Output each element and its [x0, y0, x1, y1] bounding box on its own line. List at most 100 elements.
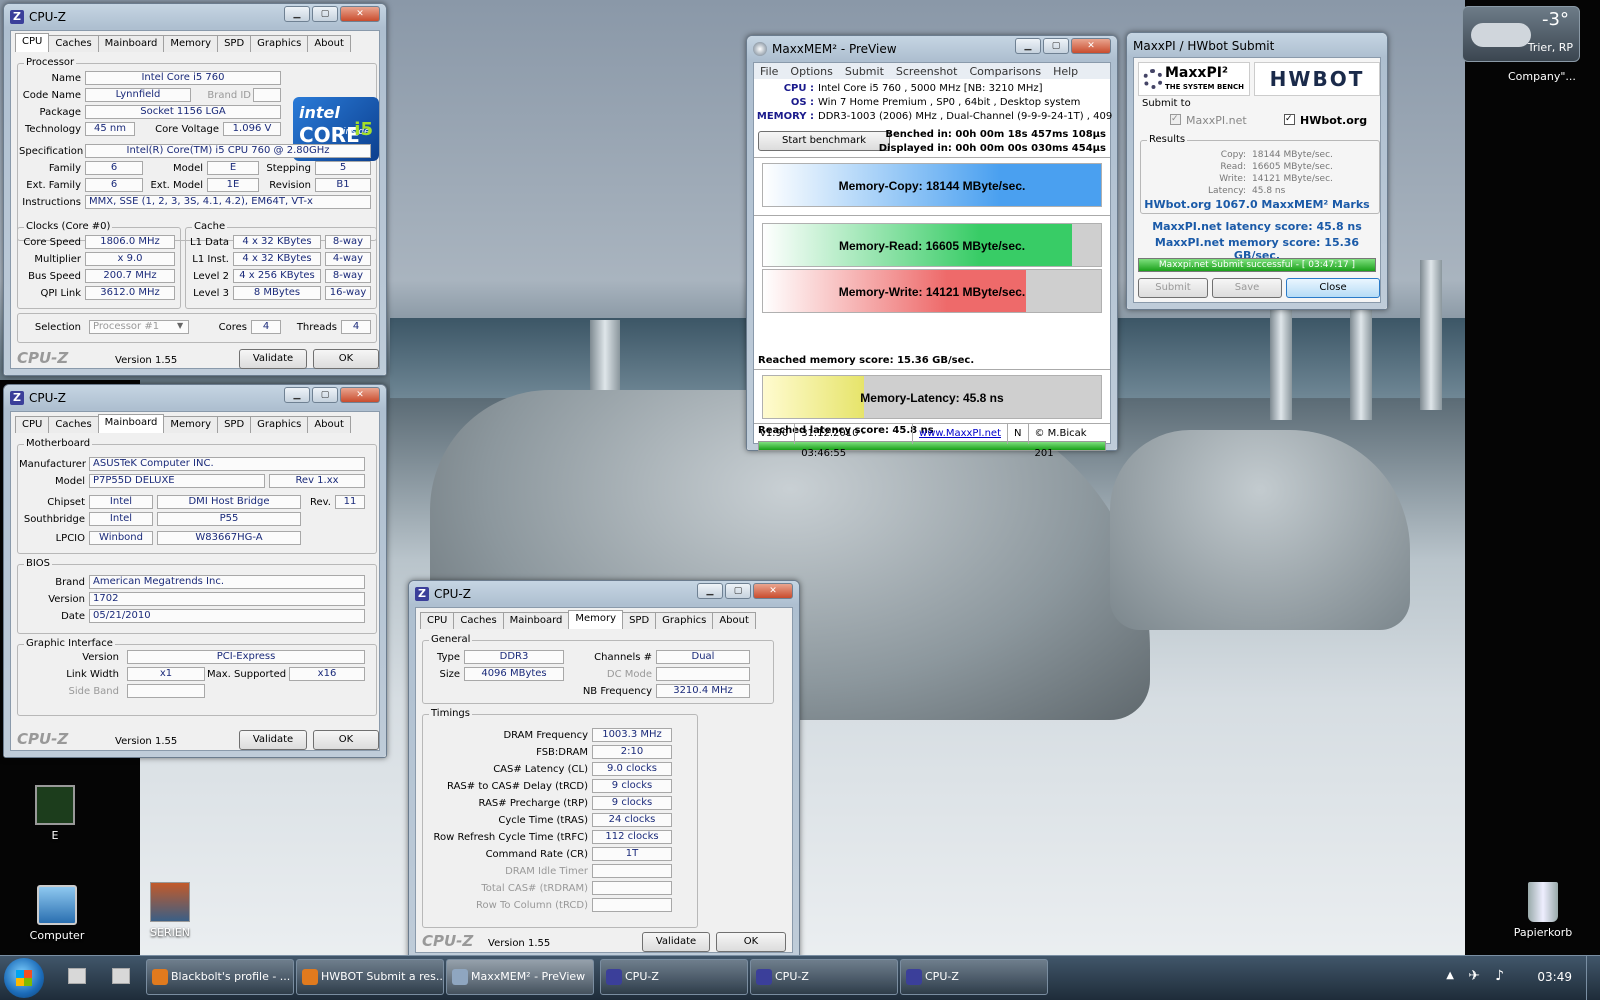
- menu-screenshot[interactable]: Screenshot: [896, 65, 958, 78]
- validate-button[interactable]: Validate: [239, 730, 307, 750]
- maxxpi-checkbox[interactable]: ✓: [1170, 114, 1181, 125]
- l2-way: 8-way: [325, 269, 371, 283]
- version-label: Version 1.55: [488, 938, 551, 949]
- tab-mainboard[interactable]: Mainboard: [502, 612, 570, 629]
- chipset-rev-value: 11: [335, 495, 365, 509]
- gi-version-value: PCI-Express: [127, 650, 365, 664]
- show-hidden-icons-icon[interactable]: ▲: [1446, 970, 1454, 981]
- technology-value: 45 nm: [85, 122, 135, 136]
- desktop-icon-e[interactable]: E: [15, 785, 95, 842]
- model-value: E: [207, 161, 259, 175]
- tab-caches[interactable]: Caches: [48, 35, 99, 52]
- tab-cpu[interactable]: CPU: [15, 416, 50, 433]
- gi-side-band-value: [127, 684, 205, 698]
- menu-help[interactable]: Help: [1053, 65, 1078, 78]
- submit-button[interactable]: Submit: [1138, 278, 1208, 298]
- menu-file[interactable]: File: [760, 65, 778, 78]
- tab-spd[interactable]: SPD: [217, 35, 252, 52]
- taskbar-item[interactable]: CPU-Z: [900, 959, 1048, 995]
- tab-spd[interactable]: SPD: [217, 416, 252, 433]
- tab-mainboard[interactable]: Mainboard: [97, 35, 165, 52]
- desktop-icon-serien[interactable]: SERIEN: [130, 882, 210, 939]
- tab-bar: CPU Caches Mainboard Memory SPD Graphics…: [15, 33, 351, 52]
- menu-comparisons[interactable]: Comparisons: [969, 65, 1041, 78]
- tab-graphics[interactable]: Graphics: [250, 416, 309, 433]
- tab-caches[interactable]: Caches: [453, 612, 504, 629]
- close-button[interactable]: ✕: [753, 583, 793, 599]
- timing-label: FSB:DRAM: [536, 747, 588, 758]
- taskbar-item-label: CPU-Z: [925, 970, 959, 983]
- tab-mainboard[interactable]: Mainboard: [97, 414, 165, 433]
- codename-value: Lynnfield: [85, 88, 191, 102]
- window-title: CPU-Z: [29, 391, 66, 405]
- benchmark-bar-label: Memory-Write: 14121 MByte/sec.: [838, 285, 1026, 299]
- weather-gadget[interactable]: -3° Trier, RP: [1462, 6, 1580, 62]
- taskbar-item[interactable]: MaxxMEM² - PreView: [446, 959, 594, 995]
- window-title: CPU-Z: [434, 587, 471, 601]
- desktop-icon-recycle-bin[interactable]: Papierkorb: [1503, 882, 1583, 939]
- tab-cpu[interactable]: CPU: [15, 33, 50, 52]
- tab-cpu[interactable]: CPU: [420, 612, 455, 629]
- close-button[interactable]: ✕: [340, 387, 380, 403]
- close-button[interactable]: ✕: [1071, 38, 1111, 54]
- hwbot-checkbox[interactable]: ✓: [1284, 114, 1295, 125]
- show-desktop-button[interactable]: [1586, 956, 1600, 1000]
- processor-select[interactable]: Processor #1: [89, 320, 189, 334]
- displayed-time: Displayed in: 00h 00m 00s 030ms 454µs: [878, 143, 1106, 154]
- tab-graphics[interactable]: Graphics: [655, 612, 714, 629]
- tab-graphics[interactable]: Graphics: [250, 35, 309, 52]
- close-button[interactable]: ✕: [340, 6, 380, 22]
- minimize-button[interactable]: ▁: [697, 583, 723, 599]
- close-dialog-button[interactable]: Close: [1286, 278, 1380, 298]
- explorer-quicklaunch-icon[interactable]: [68, 968, 86, 984]
- desktop-icon-computer[interactable]: Computer: [17, 885, 97, 942]
- maximize-button[interactable]: ▢: [1043, 38, 1069, 54]
- ok-button[interactable]: OK: [313, 730, 379, 750]
- family-value: 6: [85, 161, 143, 175]
- maximize-button[interactable]: ▢: [725, 583, 751, 599]
- maximize-button[interactable]: ▢: [312, 387, 338, 403]
- taskbar-item[interactable]: Blackbolt's profile - ...: [146, 959, 294, 995]
- validate-button[interactable]: Validate: [642, 932, 710, 952]
- menu-submit[interactable]: Submit: [845, 65, 884, 78]
- start-benchmark-button[interactable]: Start benchmark: [758, 131, 890, 151]
- minimize-button[interactable]: ▁: [284, 387, 310, 403]
- menu-options[interactable]: Options: [790, 65, 832, 78]
- maxxpi-logo: MaxxPI² THE SYSTEM BENCH: [1138, 62, 1250, 96]
- cpuz-brand: CPU-Z: [17, 349, 69, 367]
- southbridge-vendor: Intel: [89, 512, 153, 526]
- calculator-quicklaunch-icon[interactable]: [112, 968, 130, 984]
- timing-value: 9 clocks: [592, 779, 672, 793]
- tab-about[interactable]: About: [712, 612, 756, 629]
- result-label: Latency:: [1208, 186, 1246, 196]
- tab-memory[interactable]: Memory: [163, 35, 219, 52]
- submit-progress: Maxxpi.net Submit successful - [ 03:47:1…: [1138, 258, 1376, 272]
- system-clock[interactable]: 03:49: [1537, 970, 1572, 984]
- start-button[interactable]: [4, 958, 44, 998]
- save-button[interactable]: Save: [1212, 278, 1282, 298]
- menu-bar: File Options Submit Screenshot Compariso…: [754, 63, 1110, 79]
- lpcio-vendor: Winbond: [89, 531, 153, 545]
- core-speed-value: 1806.0 MHz: [85, 235, 175, 249]
- tab-about[interactable]: About: [307, 35, 351, 52]
- desktop-icon-label: Computer: [29, 929, 85, 942]
- tab-caches[interactable]: Caches: [48, 416, 99, 433]
- validate-button[interactable]: Validate: [239, 349, 307, 369]
- tab-about[interactable]: About: [307, 416, 351, 433]
- minimize-button[interactable]: ▁: [1015, 38, 1041, 54]
- tab-spd[interactable]: SPD: [622, 612, 657, 629]
- maximize-button[interactable]: ▢: [312, 6, 338, 22]
- taskbar-item[interactable]: HWBOT Submit a res...: [296, 959, 444, 995]
- tab-memory[interactable]: Memory: [163, 416, 219, 433]
- timing-value: 1T: [592, 847, 672, 861]
- taskbar-item[interactable]: CPU-Z: [600, 959, 748, 995]
- l3-value: 8 MBytes: [233, 286, 321, 300]
- taskbar-item[interactable]: CPU-Z: [750, 959, 898, 995]
- ok-button[interactable]: OK: [313, 349, 379, 369]
- tab-memory[interactable]: Memory: [568, 610, 624, 629]
- ok-button[interactable]: OK: [716, 932, 786, 952]
- maxxpi-link[interactable]: www.MaxxPI.net: [919, 428, 1001, 439]
- minimize-button[interactable]: ▁: [284, 6, 310, 22]
- volume-icon[interactable]: ♪: [1495, 968, 1504, 984]
- network-icon[interactable]: ✈: [1468, 968, 1480, 984]
